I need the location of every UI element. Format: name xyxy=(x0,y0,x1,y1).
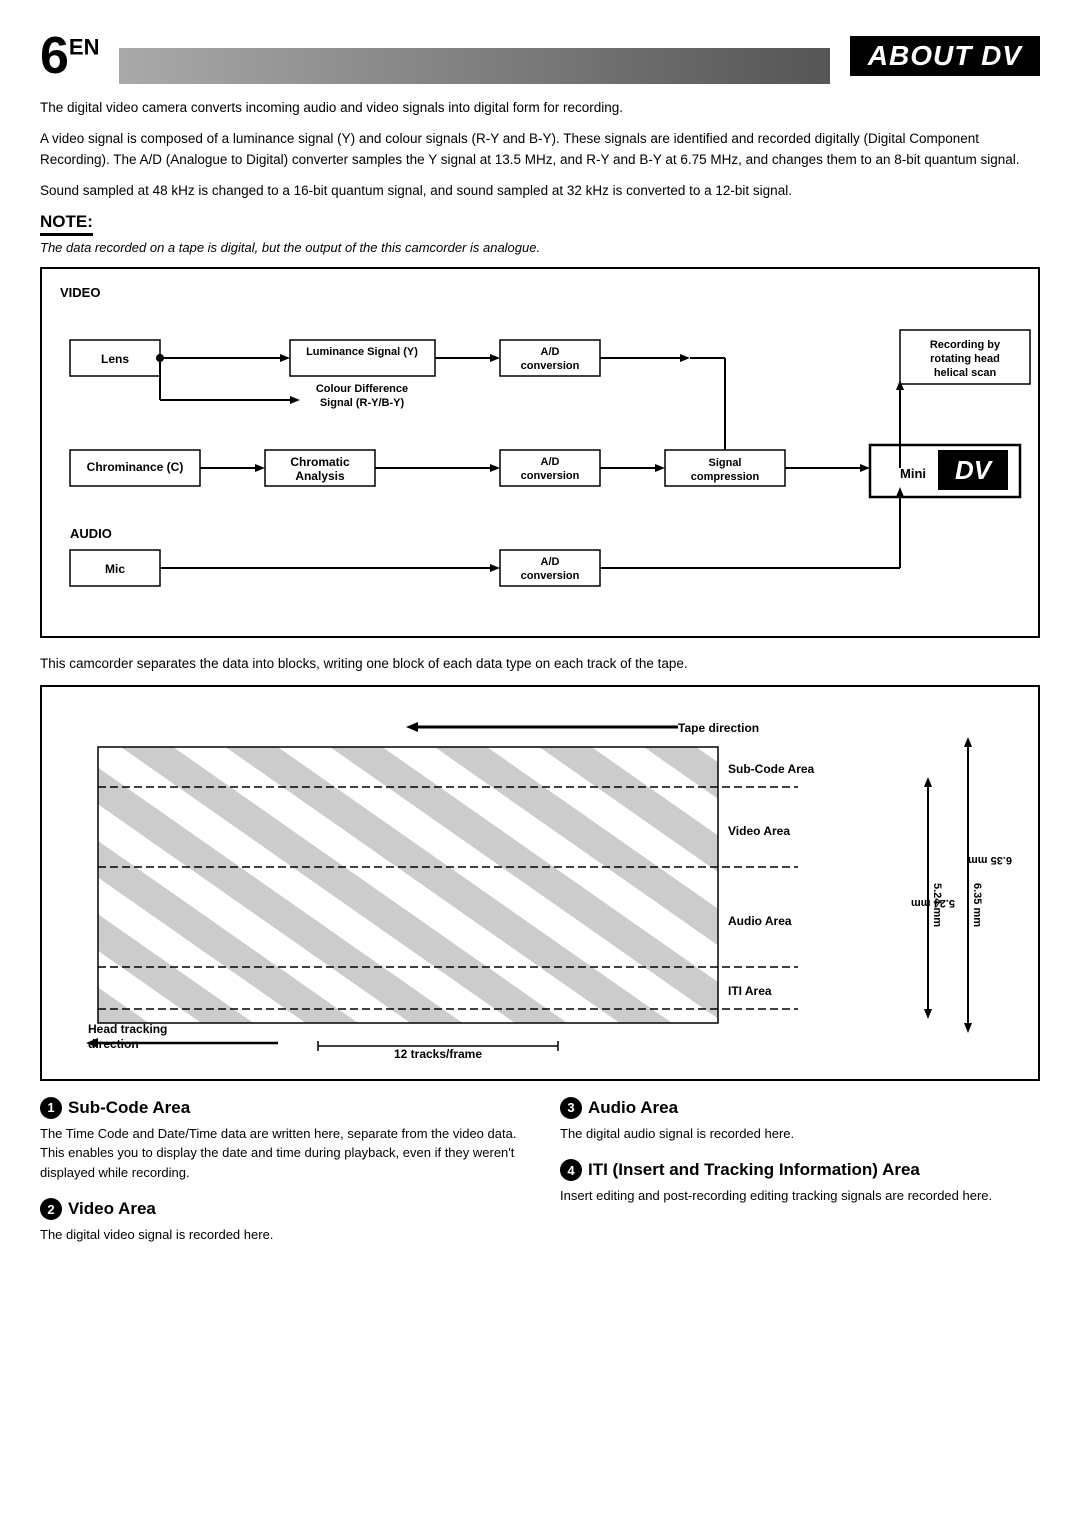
area-3-heading: 3 Audio Area xyxy=(560,1097,1040,1119)
intro-para-3: Sound sampled at 48 kHz is changed to a … xyxy=(40,181,1040,202)
svg-text:5.24 mm: 5.24 mm xyxy=(931,883,943,927)
svg-text:helical scan: helical scan xyxy=(934,367,997,379)
svg-text:6.35 mm: 6.35 mm xyxy=(971,883,983,927)
svg-text:Analysis: Analysis xyxy=(295,469,345,483)
area-4-number: 4 xyxy=(560,1159,582,1181)
area-3-number: 3 xyxy=(560,1097,582,1119)
area-1-heading: 1 Sub-Code Area xyxy=(40,1097,520,1119)
area-2-title: Video Area xyxy=(68,1199,156,1219)
signal-flow-diagram: VIDEO Lens Luminance Signal (Y) A/D conv… xyxy=(40,267,1040,638)
svg-text:A/D: A/D xyxy=(541,556,560,568)
note-section: NOTE: The data recorded on a tape is dig… xyxy=(40,212,1040,255)
svg-text:A/D: A/D xyxy=(541,456,560,468)
svg-text:compression: compression xyxy=(691,471,760,483)
svg-text:conversion: conversion xyxy=(521,470,580,482)
tape-svg: Tape direction Sub-Code Area Video Ar xyxy=(58,703,1038,1063)
header-stripe xyxy=(119,48,829,84)
area-3-text: The digital audio signal is recorded her… xyxy=(560,1124,1040,1144)
about-dv-title: ABOUT DV xyxy=(850,36,1040,76)
svg-text:Luminance Signal (Y): Luminance Signal (Y) xyxy=(306,346,418,358)
svg-text:conversion: conversion xyxy=(521,360,580,372)
area-4-heading: 4 ITI (Insert and Tracking Information) … xyxy=(560,1159,1040,1181)
svg-text:Signal: Signal xyxy=(708,457,741,469)
note-text: The data recorded on a tape is digital, … xyxy=(40,240,1040,255)
svg-text:Signal (R-Y/B-Y): Signal (R-Y/B-Y) xyxy=(320,397,405,409)
svg-text:conversion: conversion xyxy=(521,570,580,582)
camcorder-text: This camcorder separates the data into b… xyxy=(40,654,1040,675)
bottom-areas-grid: 1 Sub-Code Area The Time Code and Date/T… xyxy=(40,1097,1040,1261)
area-2-number: 2 xyxy=(40,1198,62,1220)
video-label: VIDEO xyxy=(60,285,1020,300)
svg-text:direction: direction xyxy=(88,1037,139,1051)
intro-para-2: A video signal is composed of a luminanc… xyxy=(40,129,1040,171)
area-1-text: The Time Code and Date/Time data are wri… xyxy=(40,1124,520,1183)
svg-text:12 tracks/frame: 12 tracks/frame xyxy=(394,1047,482,1061)
svg-text:Chrominance (C): Chrominance (C) xyxy=(87,460,184,474)
svg-text:rotating head: rotating head xyxy=(930,353,1000,365)
area-3-title: Audio Area xyxy=(588,1098,678,1118)
svg-text:Lens: Lens xyxy=(101,352,129,366)
svg-text:AUDIO: AUDIO xyxy=(70,526,112,541)
tape-diagram: Tape direction Sub-Code Area Video Ar xyxy=(40,685,1040,1081)
area-2-section: 2 Video Area The digital video signal is… xyxy=(40,1198,520,1245)
page-header: 6EN ABOUT DV xyxy=(40,30,1040,84)
svg-text:Sub-Code Area: Sub-Code Area xyxy=(728,762,815,776)
svg-text:DV: DV xyxy=(955,455,994,485)
svg-text:Tape direction: Tape direction xyxy=(678,721,759,735)
area-1-section: 1 Sub-Code Area The Time Code and Date/T… xyxy=(40,1097,520,1183)
area-2-heading: 2 Video Area xyxy=(40,1198,520,1220)
svg-text:Head tracking: Head tracking xyxy=(88,1022,167,1036)
svg-text:Audio Area: Audio Area xyxy=(728,914,792,928)
svg-text:Recording by: Recording by xyxy=(930,339,1001,351)
svg-text:Mic: Mic xyxy=(105,562,125,576)
intro-para-1: The digital video camera converts incomi… xyxy=(40,98,1040,119)
svg-text:Mini: Mini xyxy=(900,466,926,481)
area-4-section: 4 ITI (Insert and Tracking Information) … xyxy=(560,1159,1040,1206)
page-number: 6EN xyxy=(40,30,99,82)
svg-text:A/D: A/D xyxy=(541,346,560,358)
area-2-text: The digital video signal is recorded her… xyxy=(40,1225,520,1245)
signal-flow-svg: Lens Luminance Signal (Y) A/D conversion… xyxy=(60,310,1040,620)
svg-text:Video Area: Video Area xyxy=(728,824,790,838)
svg-text:Colour Difference: Colour Difference xyxy=(316,383,408,395)
svg-text:ITI Area: ITI Area xyxy=(728,984,772,998)
area-4-text: Insert editing and post-recording editin… xyxy=(560,1186,1040,1206)
note-heading: NOTE: xyxy=(40,212,93,236)
area-4-title: ITI (Insert and Tracking Information) Ar… xyxy=(588,1160,920,1180)
area-1-title: Sub-Code Area xyxy=(68,1098,190,1118)
svg-text:Chromatic: Chromatic xyxy=(290,455,350,469)
svg-text:6.35 mm: 6.35 mm xyxy=(968,854,1012,866)
area-3-section: 3 Audio Area The digital audio signal is… xyxy=(560,1097,1040,1144)
area-1-number: 1 xyxy=(40,1097,62,1119)
